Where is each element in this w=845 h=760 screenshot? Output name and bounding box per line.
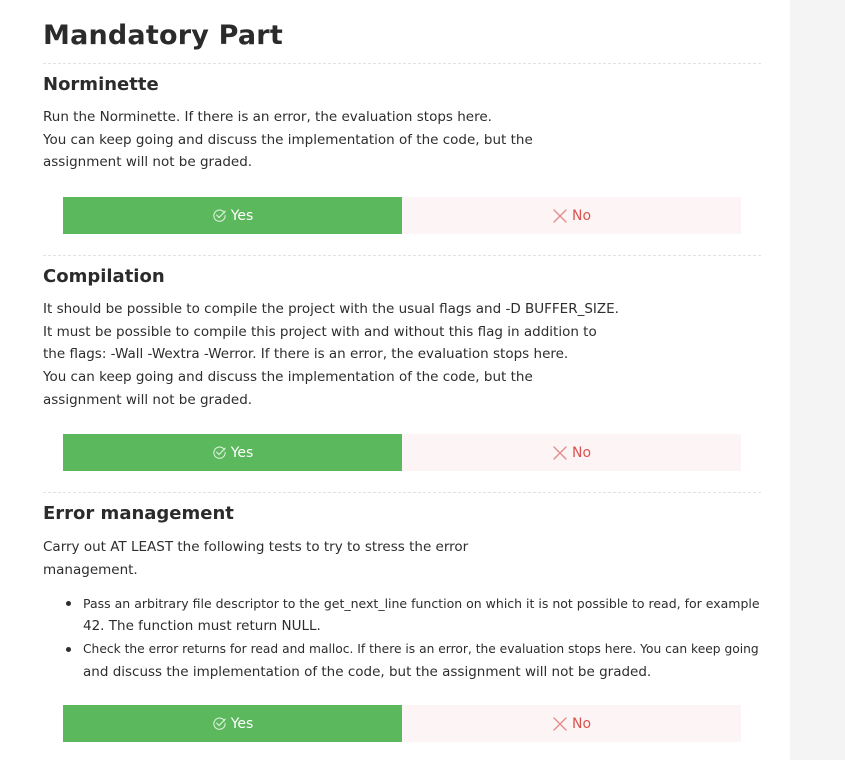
text-line: management. xyxy=(43,561,138,578)
no-button-label: No xyxy=(571,444,592,461)
no-button-label: No xyxy=(571,715,592,732)
page-title: Mandatory Part xyxy=(43,20,283,51)
no-button[interactable]: No xyxy=(402,705,741,742)
yes-button-label: Yes xyxy=(230,715,254,732)
list-item: Pass an arbitrary file descriptor to the… xyxy=(43,592,763,638)
section-title-error-management: Error management xyxy=(43,503,234,524)
section-title-compilation: Compilation xyxy=(43,266,165,287)
text-line: Pass an arbitrary file descriptor to the… xyxy=(83,596,760,611)
evaluation-panel: Mandatory Part Norminette Run the Normin… xyxy=(0,0,790,760)
yes-button[interactable]: Yes xyxy=(63,434,402,471)
yes-button-label: Yes xyxy=(230,444,254,461)
x-icon xyxy=(552,208,568,224)
list-item: Check the error returns for read and mal… xyxy=(43,638,763,684)
divider xyxy=(43,255,761,256)
yes-button[interactable]: Yes xyxy=(63,705,402,742)
text-line: the flags: -Wall -Wextra -Werror. If the… xyxy=(43,346,569,363)
yes-button-label: Yes xyxy=(230,207,254,224)
check-circle-icon xyxy=(212,208,227,223)
x-icon xyxy=(552,445,568,461)
section-description-compilation: It should be possible to compile the pro… xyxy=(43,298,619,412)
text-line: assignment will not be graded. xyxy=(43,154,253,171)
text-line: assignment will not be graded. xyxy=(43,391,253,408)
yes-button[interactable]: Yes xyxy=(63,197,402,234)
text-line: Carry out AT LEAST the following tests t… xyxy=(43,539,469,555)
text-line: Check the error returns for read and mal… xyxy=(83,642,759,656)
check-circle-icon xyxy=(212,716,227,731)
text-line: It should be possible to compile the pro… xyxy=(43,301,619,317)
answer-buttons-norminette: Yes No xyxy=(63,197,741,234)
no-button-label: No xyxy=(571,207,592,224)
no-button[interactable]: No xyxy=(402,197,741,234)
section-description-error-management: Carry out AT LEAST the following tests t… xyxy=(43,536,468,581)
text-line: and discuss the implementation of the co… xyxy=(83,664,652,680)
text-line: It must be possible to compile this proj… xyxy=(43,323,597,340)
text-line: You can keep going and discuss the imple… xyxy=(43,369,533,386)
no-button[interactable]: No xyxy=(402,434,741,471)
answer-buttons-error-management: Yes No xyxy=(63,705,741,742)
divider xyxy=(43,492,761,493)
answer-buttons-compilation: Yes No xyxy=(63,434,741,471)
text-line: 42. The function must return NULL. xyxy=(83,618,321,634)
divider xyxy=(43,63,761,64)
section-title-norminette: Norminette xyxy=(43,74,159,95)
check-circle-icon xyxy=(212,445,227,460)
section-description-norminette: Run the Norminette. If there is an error… xyxy=(43,106,533,174)
test-list: Pass an arbitrary file descriptor to the… xyxy=(43,592,763,684)
text-line: Run the Norminette. If there is an error… xyxy=(43,109,492,125)
text-line: You can keep going and discuss the imple… xyxy=(43,131,533,148)
x-icon xyxy=(552,716,568,732)
